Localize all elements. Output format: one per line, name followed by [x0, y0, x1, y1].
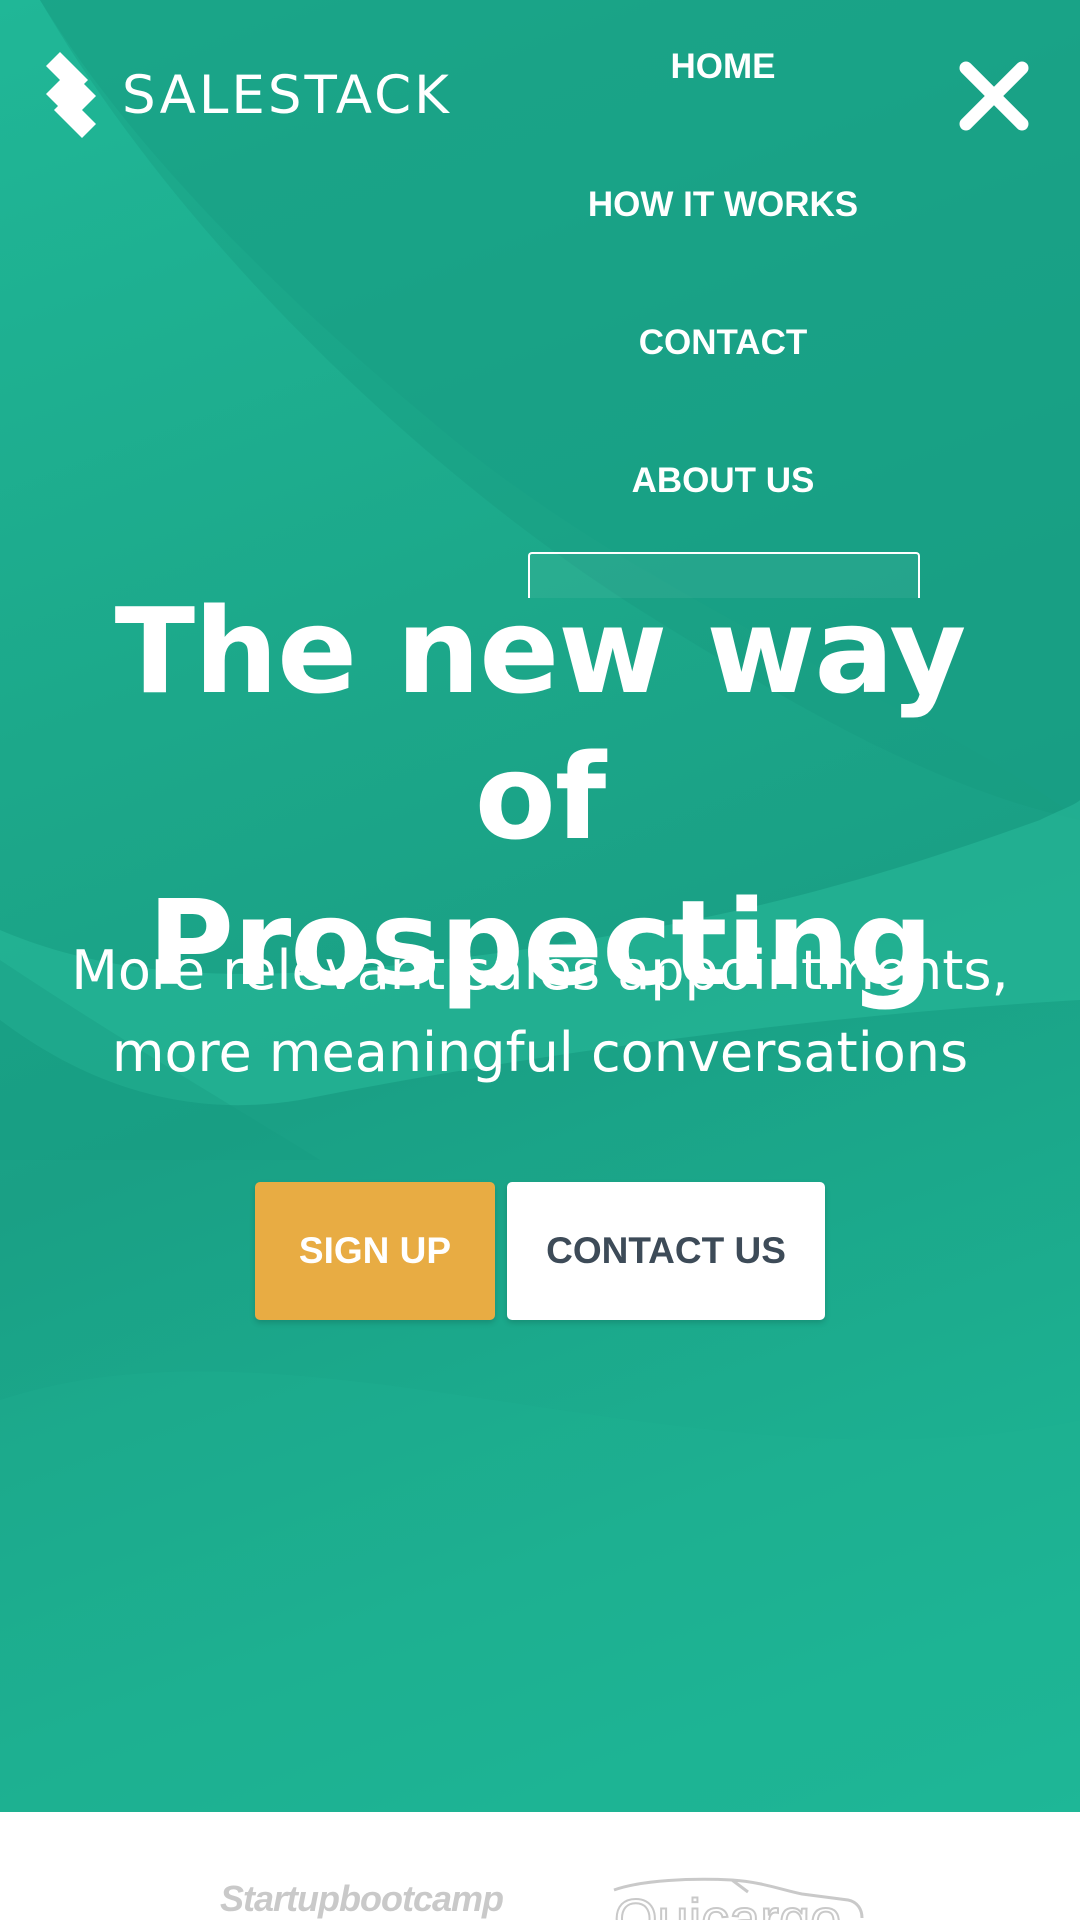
sign-up-button[interactable]: SIGN UP — [255, 1182, 495, 1320]
partner-quicargo-label: Quicargo — [614, 1887, 841, 1920]
contact-us-button[interactable]: CONTACT US — [507, 1182, 825, 1320]
hero-subheadline-line2: more meaningful conversations — [111, 1021, 969, 1084]
hero-subheadline: More relevant sales appointments, more m… — [40, 930, 1040, 1094]
partners-strip: Startupbootcamp Quicargo — [0, 1812, 1080, 1920]
hero-section: SALESTACK HOME HOW IT WORKS CONTACT ABOU… — [0, 0, 1080, 1812]
hero-headline-line1: The new way of — [114, 582, 967, 866]
partner-logo-quicargo: Quicargo — [613, 1877, 864, 1920]
close-menu-button[interactable] — [958, 60, 1030, 132]
hero-subheadline-line1: More relevant sales appointments, — [71, 939, 1009, 1002]
nav-item-how-it-works[interactable]: HOW IT WORKS — [528, 160, 918, 298]
close-icon — [959, 61, 1029, 131]
brand-name: SALESTACK — [122, 64, 452, 126]
brand-logo[interactable]: SALESTACK — [44, 50, 452, 140]
nav-item-contact[interactable]: CONTACT — [528, 298, 918, 436]
partner-logo-startupbootcamp: Startupbootcamp — [220, 1878, 504, 1919]
salestack-logo-icon — [46, 52, 96, 138]
main-nav-menu: HOME HOW IT WORKS CONTACT ABOUT US — [528, 22, 918, 574]
nav-item-home[interactable]: HOME — [528, 22, 918, 160]
